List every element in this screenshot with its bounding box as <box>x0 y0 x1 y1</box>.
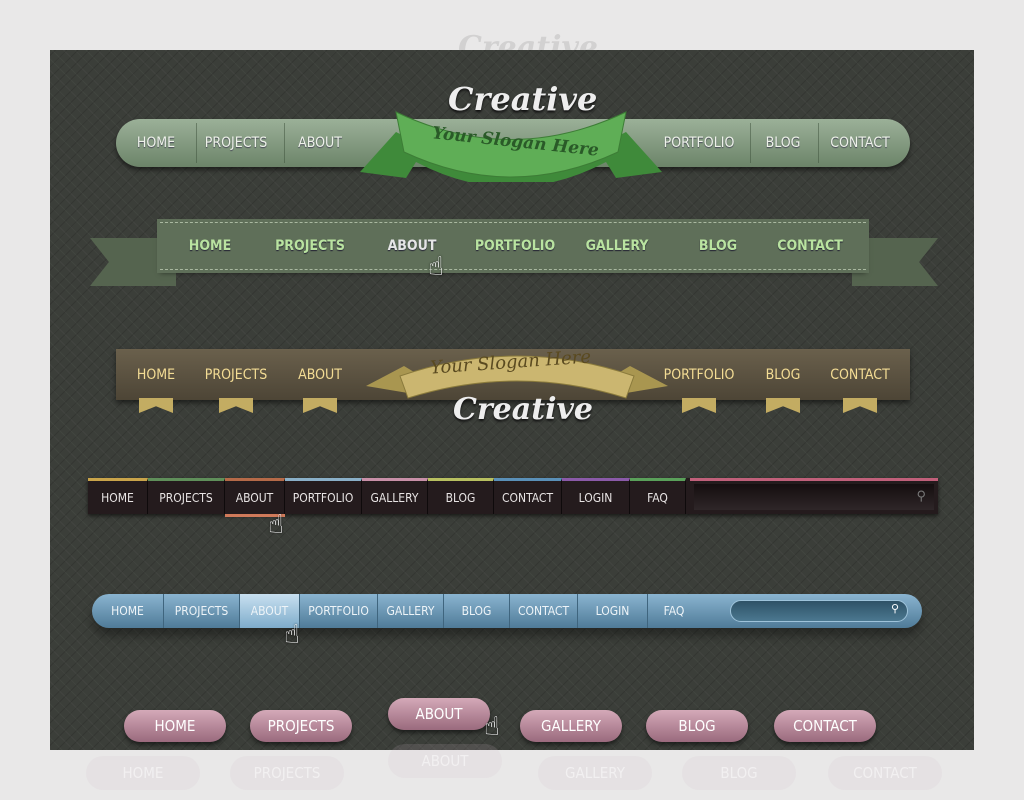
hand-pointer-icon: ☝ <box>284 620 300 650</box>
nav2-item-portfolio[interactable]: PORTFOLIO <box>470 223 560 269</box>
stitched-ribbon-nav: HOME PROJECTS ABOUT PORTFOLIO GALLERY BLOG CON… <box>157 219 869 273</box>
nav5-item-projects[interactable]: PROJECTS <box>164 594 240 628</box>
nav6-pill-projects[interactable]: PROJECTS <box>250 710 352 742</box>
flag-decoration <box>766 398 800 413</box>
nav4-item-gallery[interactable]: GALLERY <box>362 478 428 514</box>
nav2-item-contact[interactable]: CONTACT <box>765 223 855 269</box>
nav4-item-login[interactable]: LOGIN <box>562 478 630 514</box>
nav4-item-projects[interactable]: PROJECTS <box>148 478 225 514</box>
nav2-item-blog[interactable]: BLOG <box>673 223 763 269</box>
pill-reflection: GALLERY <box>538 756 652 790</box>
magnifier-icon[interactable]: ⚲ <box>891 602 899 615</box>
nav5-item-home[interactable]: HOME <box>92 594 164 628</box>
nav1-item-home[interactable]: HOME <box>116 119 196 167</box>
dark-nav: ⚲ HOME PROJECTS ABOUT PORTFOLIO GALLERY BLOG C… <box>88 478 938 514</box>
nav5-item-faq[interactable]: FAQ <box>648 594 700 628</box>
nav3-item-projects[interactable]: PROJECTS <box>196 349 276 400</box>
nav4-item-about[interactable]: ABOUT <box>225 478 285 514</box>
flag-decoration <box>682 398 716 413</box>
hand-pointer-icon: ☝ <box>484 712 500 742</box>
nav6-pill-about[interactable]: ABOUT <box>388 698 490 730</box>
pill-reflection: ABOUT <box>388 744 502 778</box>
flag-decoration <box>139 398 173 413</box>
nav6-pill-contact[interactable]: CONTACT <box>774 710 876 742</box>
pill-reflection: CONTACT <box>828 756 942 790</box>
nav1-item-contact[interactable]: CONTACT <box>820 119 900 167</box>
nav5-item-contact[interactable]: CONTACT <box>510 594 578 628</box>
hand-pointer-icon: ☝ <box>268 510 284 540</box>
nav3-item-portfolio[interactable]: PORTFOLIO <box>659 349 739 400</box>
flag-decoration <box>843 398 877 413</box>
nav2-item-gallery[interactable]: GALLERY <box>572 223 662 269</box>
nav1-item-about[interactable]: ABOUT <box>280 119 360 167</box>
nav5-item-login[interactable]: LOGIN <box>578 594 648 628</box>
nav3-item-blog[interactable]: BLOG <box>743 349 823 400</box>
pill-reflection: PROJECTS <box>230 756 344 790</box>
separator <box>196 123 197 163</box>
nav3-item-home[interactable]: HOME <box>116 349 196 400</box>
nav1-item-projects[interactable]: PROJECTS <box>196 119 276 167</box>
flag-decoration <box>303 398 337 413</box>
nav5-item-blog[interactable]: BLOG <box>444 594 510 628</box>
nav1-item-portfolio[interactable]: PORTFOLIO <box>659 119 739 167</box>
search-box[interactable]: ⚲ <box>690 478 938 514</box>
separator <box>818 123 819 163</box>
creative-title: Creative <box>448 80 598 118</box>
pill-reflection: BLOG <box>682 756 796 790</box>
nav3-item-contact[interactable]: CONTACT <box>820 349 900 400</box>
separator <box>284 123 285 163</box>
creative-title-2: Creative <box>453 392 593 427</box>
nav4-item-blog[interactable]: BLOG <box>428 478 494 514</box>
search-input[interactable]: ⚲ <box>730 600 908 622</box>
nav1-item-blog[interactable]: BLOG <box>743 119 823 167</box>
nav6-pill-blog[interactable]: BLOG <box>646 710 748 742</box>
nav3-item-about[interactable]: ABOUT <box>280 349 360 400</box>
nav6-pill-gallery[interactable]: GALLERY <box>520 710 622 742</box>
nav5-item-gallery[interactable]: GALLERY <box>378 594 444 628</box>
nav5-item-portfolio[interactable]: PORTFOLIO <box>300 594 378 628</box>
nav4-item-faq[interactable]: FAQ <box>630 478 686 514</box>
nav4-item-contact[interactable]: CONTACT <box>494 478 562 514</box>
pill-reflection: HOME <box>86 756 200 790</box>
nav2-item-home[interactable]: HOME <box>165 223 255 269</box>
magnifier-icon[interactable]: ⚲ <box>916 488 926 504</box>
nav-showcase-panel: HOME PROJECTS ABOUT PORTFOLIO BLOG CONTACT Yo… <box>50 50 974 750</box>
hand-pointer-icon: ☝ <box>428 252 444 282</box>
flag-decoration <box>219 398 253 413</box>
separator <box>750 123 751 163</box>
nav4-item-home[interactable]: HOME <box>88 478 148 514</box>
nav2-item-projects[interactable]: PROJECTS <box>265 223 355 269</box>
blue-glossy-nav: ⚲ HOME PROJECTS ABOUT PORTFOLIO GALLERY BLOG C… <box>92 594 922 628</box>
nav6-pill-home[interactable]: HOME <box>124 710 226 742</box>
nav4-item-portfolio[interactable]: PORTFOLIO <box>285 478 362 514</box>
